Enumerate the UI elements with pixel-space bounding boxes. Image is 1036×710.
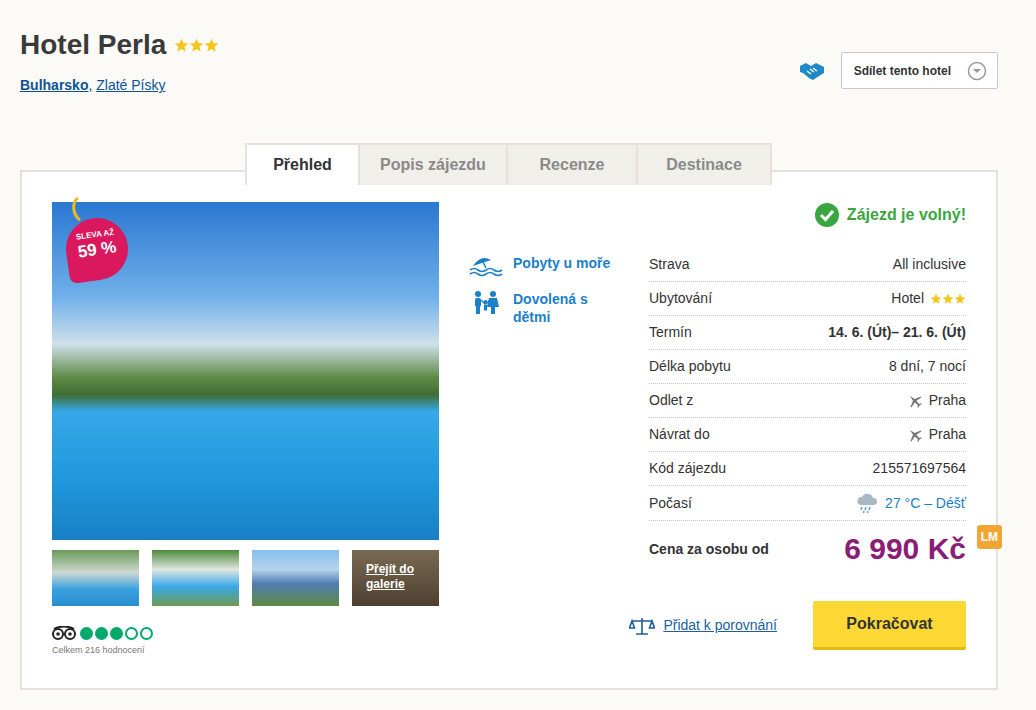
- category-label[interactable]: Dovolená s dětmi: [513, 290, 619, 326]
- rating-circle: [80, 627, 93, 640]
- detail-label: Strava: [649, 254, 689, 275]
- tripadvisor-owl-icon: [52, 626, 76, 640]
- scales-icon: [629, 616, 655, 636]
- hotel-stars: [174, 38, 219, 53]
- sale-badge: SLEVA AŽ 59 %: [62, 214, 132, 284]
- tab[interactable]: Přehled: [245, 143, 360, 185]
- detail-text: Praha: [929, 424, 966, 445]
- actions: Přidat k porovnání Pokračovat: [439, 601, 966, 650]
- hotel-photo[interactable]: SLEVA AŽ 59 %: [52, 202, 439, 540]
- detail-row: Ubytování Hotel: [649, 282, 966, 316]
- tab[interactable]: Recenze: [506, 143, 638, 185]
- star-icon: [942, 293, 954, 305]
- detail-text: All inclusive: [893, 254, 966, 275]
- overview-panel: SLEVA AŽ 59 % Přejít do galerie: [20, 170, 998, 690]
- tab[interactable]: Destinace: [636, 143, 772, 185]
- detail-text: 8 dní, 7 nocí: [889, 356, 966, 377]
- detail-label: Ubytování: [649, 288, 712, 309]
- share-area: Sdílet tento hotel: [799, 52, 998, 89]
- hotel-header: Hotel Perla Bulharsko, Zlaté Písky: [20, 0, 219, 94]
- rating-circle: [140, 627, 153, 640]
- star-icon: [204, 38, 219, 53]
- star-icon: [174, 38, 189, 53]
- detail-value: 14. 6. (Út)– 21. 6. (Út): [828, 322, 966, 343]
- detail-value: All inclusive: [893, 254, 966, 275]
- compare-link[interactable]: Přidat k porovnání: [629, 615, 777, 636]
- details-list: Strava All inclusive Ubytování Hotel Termín 1…: [649, 248, 966, 521]
- star-icon: [189, 38, 204, 53]
- trip-details: Zájezd je volný! Strava All inclusive Ubyt…: [649, 202, 966, 577]
- detail-text: 27 °C – Déšť: [885, 493, 966, 514]
- detail-text: 215571697564: [873, 458, 966, 479]
- gallery-link[interactable]: Přejít do galerie: [366, 562, 433, 592]
- breadcrumb-link[interactable]: Zlaté Písky: [96, 77, 165, 93]
- thumbnails: Přejít do galerie: [52, 550, 439, 606]
- detail-text: Praha: [929, 390, 966, 411]
- accommodation-stars: [930, 293, 966, 305]
- beach-icon: [469, 254, 503, 278]
- availability: Zájezd je volný!: [649, 202, 966, 228]
- chevron-down-icon: [967, 61, 987, 81]
- tab[interactable]: Popis zájezdu: [358, 143, 508, 185]
- detail-value: 8 dní, 7 nocí: [889, 356, 966, 377]
- category-link[interactable]: Pobyty u moře: [469, 254, 619, 278]
- detail-value: 27 °C – Déšť: [855, 492, 966, 514]
- detail-row: Kód zájezdu 215571697564: [649, 452, 966, 486]
- detail-label: Délka pobytu: [649, 356, 731, 377]
- plane-icon: [907, 427, 923, 443]
- rating-circle: [110, 627, 123, 640]
- detail-label: Návrat do: [649, 424, 710, 445]
- detail-row: Termín 14. 6. (Út)– 21. 6. (Út): [649, 316, 966, 350]
- detail-label: Kód zájezdu: [649, 458, 726, 479]
- detail-row: Návrat do Praha: [649, 418, 966, 452]
- family-icon: [469, 290, 503, 314]
- detail-row: Počasí 27 °C – Déšť: [649, 486, 966, 521]
- gallery-link-thumb[interactable]: Přejít do galerie: [352, 550, 439, 606]
- page: Hotel Perla Bulharsko, Zlaté Písky Sdíle…: [0, 0, 1036, 690]
- price: 6 990 KčLM: [844, 531, 966, 567]
- thumbnail[interactable]: [52, 550, 139, 606]
- rating-circle: [125, 627, 138, 640]
- gallery: SLEVA AŽ 59 % Přejít do galerie: [52, 202, 439, 658]
- detail-value: 215571697564: [873, 458, 966, 479]
- review-count: Celkem 216 hodnocení: [52, 644, 439, 658]
- thumbnail[interactable]: [152, 550, 239, 606]
- detail-label: Odlet z: [649, 390, 693, 411]
- category-label[interactable]: Pobyty u moře: [513, 254, 610, 272]
- detail-row: Délka pobytu 8 dní, 7 nocí: [649, 350, 966, 384]
- detail-label: Termín: [649, 322, 692, 343]
- thumbnail[interactable]: [252, 550, 339, 606]
- category-link[interactable]: Dovolená s dětmi: [469, 290, 619, 326]
- price-row: Cena za osobu od 6 990 KčLM: [649, 521, 966, 577]
- detail-text: Hotel: [891, 288, 924, 309]
- detail-label: Počasí: [649, 493, 692, 514]
- rating-circles: [80, 627, 155, 640]
- detail-value: Hotel: [891, 288, 966, 309]
- tripadvisor-rating: Celkem 216 hodnocení: [52, 626, 439, 658]
- detail-value: Praha: [907, 424, 966, 445]
- plane-icon: [907, 393, 923, 409]
- check-icon: [815, 203, 839, 227]
- breadcrumb: Bulharsko, Zlaté Písky: [20, 76, 219, 94]
- categories: Pobyty u moře Dovolená s dětmi: [469, 254, 619, 577]
- continue-button[interactable]: Pokračovat: [813, 601, 966, 650]
- star-icon: [930, 293, 942, 305]
- rain-icon: [855, 492, 879, 514]
- breadcrumb-separator: ,: [88, 77, 92, 93]
- hotel-title: Hotel Perla: [20, 28, 166, 62]
- breadcrumb-link[interactable]: Bulharsko: [20, 77, 88, 93]
- star-icon: [954, 293, 966, 305]
- rating-circle: [95, 627, 108, 640]
- detail-row: Strava All inclusive: [649, 248, 966, 282]
- share-button[interactable]: Sdílet tento hotel: [841, 52, 998, 89]
- detail-value: Praha: [907, 390, 966, 411]
- tag-hook-icon: [70, 196, 86, 222]
- price-label: Cena za osobu od: [649, 539, 769, 560]
- detail-row: Odlet z Praha: [649, 384, 966, 418]
- detail-text: 14. 6. (Út)– 21. 6. (Út): [828, 322, 966, 343]
- last-minute-badge: LM: [977, 525, 1002, 549]
- handshake-icon[interactable]: [799, 60, 825, 82]
- tab-bar: PřehledPopis zájezduRecenzeDestinace: [245, 143, 998, 185]
